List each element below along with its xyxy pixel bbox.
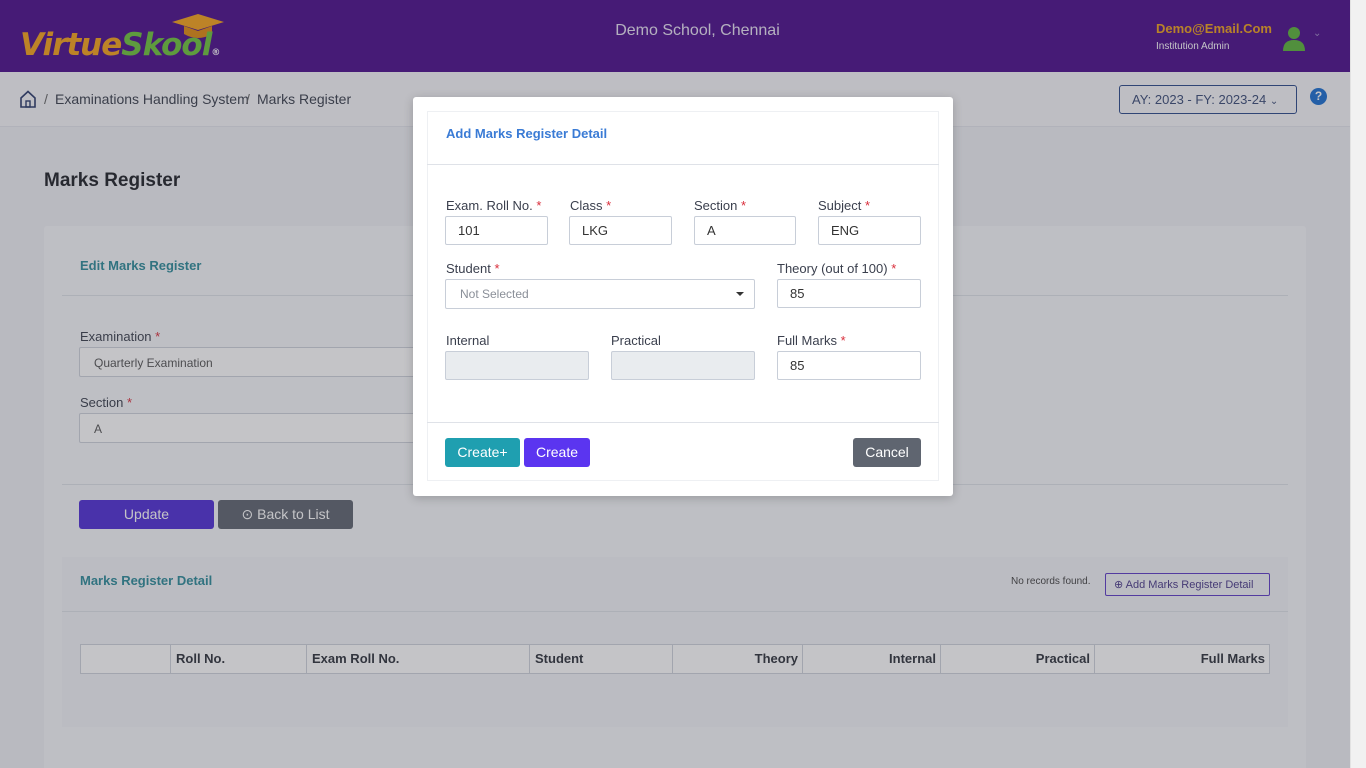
internal-input [445, 351, 589, 380]
full-marks-label-text: Full Marks [777, 333, 837, 348]
section-label-text: Section [694, 198, 738, 213]
class-label: Class * [570, 198, 611, 213]
exam-roll-label-text: Exam. Roll No. [446, 198, 533, 213]
class-input[interactable]: LKG [569, 216, 672, 245]
required-mark: * [891, 261, 897, 276]
subject-label-text: Subject [818, 198, 862, 213]
create-button[interactable]: Create [524, 438, 590, 467]
dropdown-caret-icon [736, 292, 744, 296]
required-mark: * [865, 198, 871, 213]
required-mark: * [494, 261, 500, 276]
required-mark: * [606, 198, 612, 213]
cancel-button[interactable]: Cancel [853, 438, 921, 467]
modal-divider [427, 422, 939, 423]
required-mark: * [840, 333, 846, 348]
internal-label: Internal [446, 333, 490, 348]
theory-label-text: Theory (out of 100) [777, 261, 888, 276]
page-scrollbar[interactable] [1350, 0, 1366, 768]
class-label-text: Class [570, 198, 603, 213]
required-mark: * [536, 198, 542, 213]
create-plus-button[interactable]: Create+ [445, 438, 520, 467]
required-mark: * [741, 198, 747, 213]
student-label: Student * [446, 261, 500, 276]
theory-label: Theory (out of 100) * [777, 261, 896, 276]
modal-title: Add Marks Register Detail [446, 126, 608, 141]
section-input[interactable]: A [694, 216, 796, 245]
subject-label: Subject * [818, 198, 870, 213]
theory-input[interactable]: 85 [777, 279, 921, 308]
modal-divider [427, 164, 939, 165]
practical-label: Practical [611, 333, 661, 348]
student-select[interactable]: Not Selected [445, 279, 755, 309]
student-label-text: Student [446, 261, 491, 276]
subject-input[interactable]: ENG [818, 216, 921, 245]
exam-roll-label: Exam. Roll No. * [446, 198, 541, 213]
full-marks-input[interactable]: 85 [777, 351, 921, 380]
exam-roll-input[interactable]: 101 [445, 216, 548, 245]
section-label: Section * [694, 198, 746, 213]
practical-input [611, 351, 755, 380]
full-marks-label: Full Marks * [777, 333, 846, 348]
